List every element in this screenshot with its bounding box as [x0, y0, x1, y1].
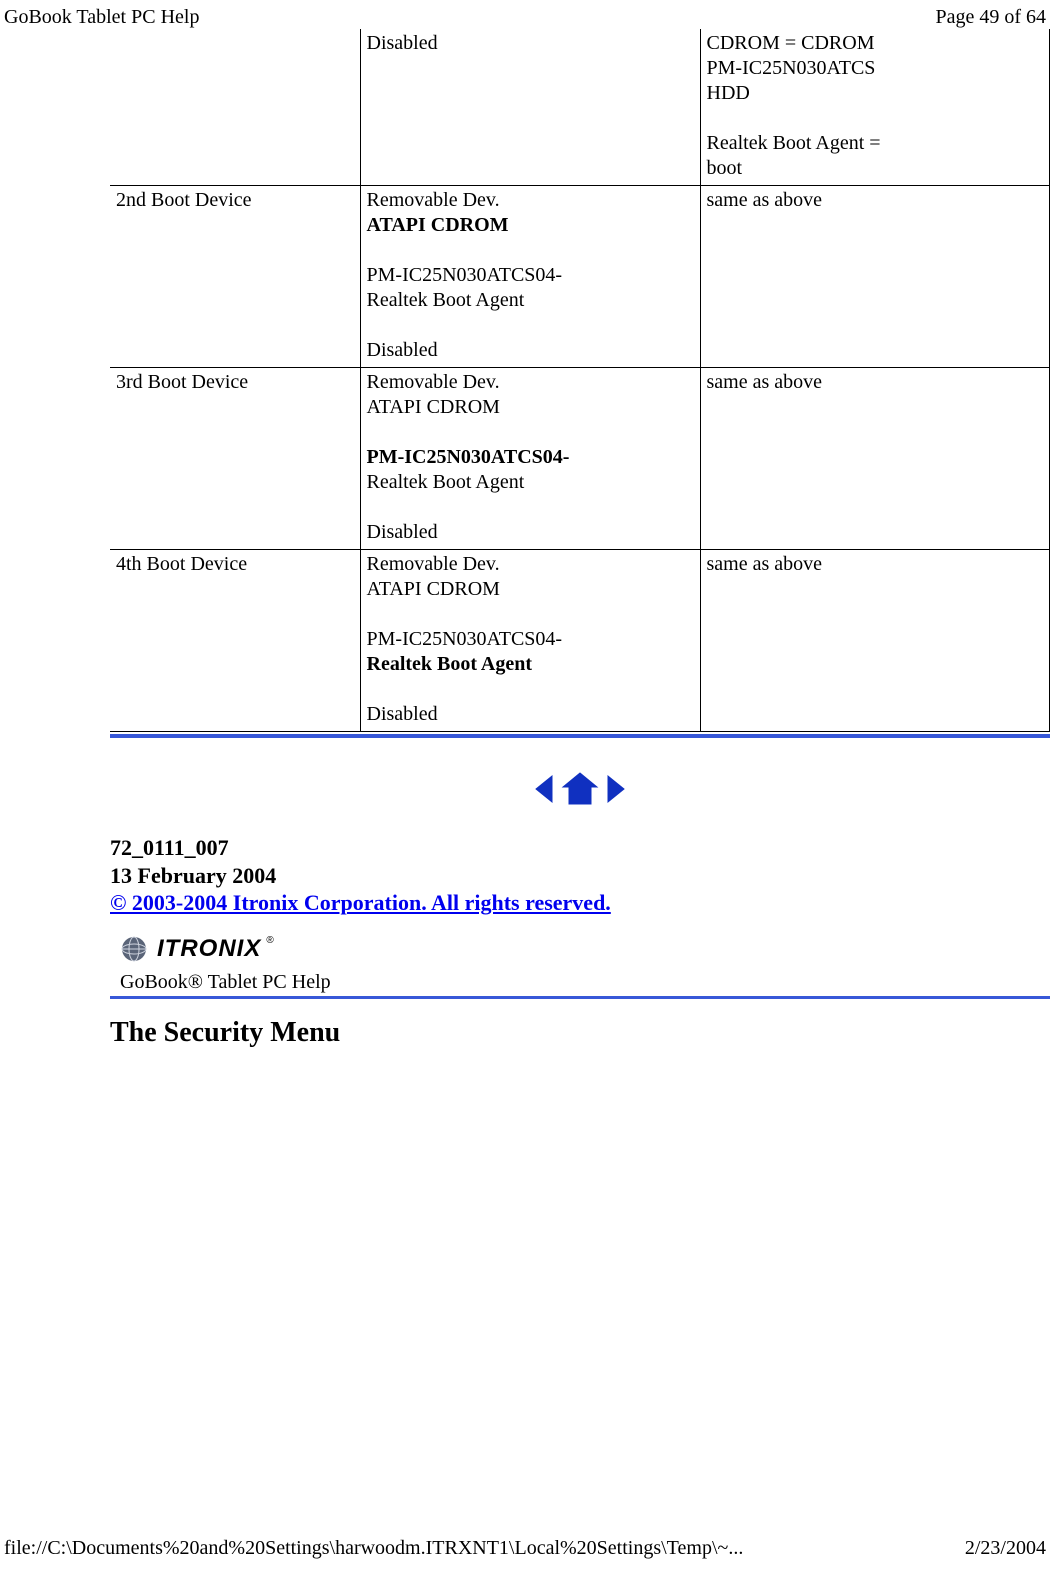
globe-icon	[120, 935, 148, 963]
blank	[367, 677, 694, 702]
blank	[367, 238, 694, 263]
security-heading: The Security Menu	[110, 1017, 1050, 1049]
table-row: 4th Boot Device Removable Dev. ATAPI CDR…	[110, 550, 1050, 732]
page-indicator: Page 49 of 64	[935, 6, 1046, 29]
cell-label: 4th Boot Device	[110, 550, 360, 732]
table-row: Disabled CDROM = CDROM PM-IC25N030ATCS H…	[110, 29, 1050, 186]
cell-first-note: CDROM = CDROM PM-IC25N030ATCS HDD Realte…	[700, 29, 1050, 186]
section-divider	[110, 734, 1050, 738]
blank	[367, 420, 694, 445]
cell-note: same as above	[700, 186, 1050, 368]
cell-first-label	[110, 29, 360, 186]
brand-logo: ITRONIX ®	[120, 935, 1050, 963]
note-text: HDD	[707, 81, 1044, 106]
blank	[707, 106, 1044, 131]
option-text-selected: Realtek Boot Agent	[367, 652, 694, 677]
option-text: Disabled	[367, 31, 694, 56]
prev-icon[interactable]	[534, 777, 561, 799]
doc-meta: 72_0111_007 13 February 2004 © 2003-2004…	[110, 834, 1050, 917]
table-row: 2nd Boot Device Removable Dev. ATAPI CDR…	[110, 186, 1050, 368]
option-text: Disabled	[367, 520, 694, 545]
blank	[367, 313, 694, 338]
cell-label: 3rd Boot Device	[110, 368, 360, 550]
home-icon[interactable]	[561, 777, 604, 799]
blank	[367, 602, 694, 627]
option-text: Removable Dev.	[367, 552, 694, 577]
blank	[367, 495, 694, 520]
note-text: CDROM = CDROM	[707, 31, 1044, 56]
content-area: Disabled CDROM = CDROM PM-IC25N030ATCS H…	[0, 29, 1050, 1049]
cell-note: same as above	[700, 550, 1050, 732]
footer-date: 2/23/2004	[965, 1537, 1046, 1560]
doc-code: 72_0111_007	[110, 834, 1050, 862]
option-text: Disabled	[367, 702, 694, 727]
cell-first-options: Disabled	[360, 29, 700, 186]
cell-options: Removable Dev. ATAPI CDROM PM-IC25N030AT…	[360, 550, 700, 732]
doc-title: GoBook Tablet PC Help	[4, 6, 199, 29]
cell-label: 2nd Boot Device	[110, 186, 360, 368]
sub-help-title: GoBook® Tablet PC Help	[120, 971, 1050, 994]
boot-device-table: Disabled CDROM = CDROM PM-IC25N030ATCS H…	[110, 29, 1050, 732]
section-divider	[110, 996, 1050, 999]
note-text: PM-IC25N030ATCS	[707, 56, 1044, 81]
note-text: Realtek Boot Agent =	[707, 131, 1044, 156]
option-text: PM-IC25N030ATCS04-	[367, 263, 694, 288]
option-text: ATAPI CDROM	[367, 577, 694, 602]
cell-note: same as above	[700, 368, 1050, 550]
next-icon[interactable]	[604, 777, 626, 799]
page-footer: file://C:\Documents%20and%20Settings\har…	[0, 1537, 1050, 1560]
cell-options: Removable Dev. ATAPI CDROM PM-IC25N030AT…	[360, 368, 700, 550]
option-text: ATAPI CDROM	[367, 395, 694, 420]
brand-text: ITRONIX	[157, 935, 261, 962]
option-text-selected: PM-IC25N030ATCS04-	[367, 445, 694, 470]
note-text: boot	[707, 156, 1044, 181]
option-text: Realtek Boot Agent	[367, 288, 694, 313]
copyright-link[interactable]: © 2003-2004 Itronix Corporation. All rig…	[110, 890, 611, 915]
option-text: Disabled	[367, 338, 694, 363]
option-text: Removable Dev.	[367, 188, 694, 213]
footer-path: file://C:\Documents%20and%20Settings\har…	[4, 1537, 743, 1560]
option-text: PM-IC25N030ATCS04-	[367, 627, 694, 652]
cell-options: Removable Dev. ATAPI CDROM PM-IC25N030AT…	[360, 186, 700, 368]
nav-icons	[110, 772, 1050, 806]
registered-icon: ®	[266, 935, 273, 946]
option-text: Removable Dev.	[367, 370, 694, 395]
option-text: Realtek Boot Agent	[367, 470, 694, 495]
table-row: 3rd Boot Device Removable Dev. ATAPI CDR…	[110, 368, 1050, 550]
option-text-selected: ATAPI CDROM	[367, 213, 694, 238]
page-header: GoBook Tablet PC Help Page 49 of 64	[0, 0, 1050, 29]
doc-date: 13 February 2004	[110, 862, 1050, 890]
